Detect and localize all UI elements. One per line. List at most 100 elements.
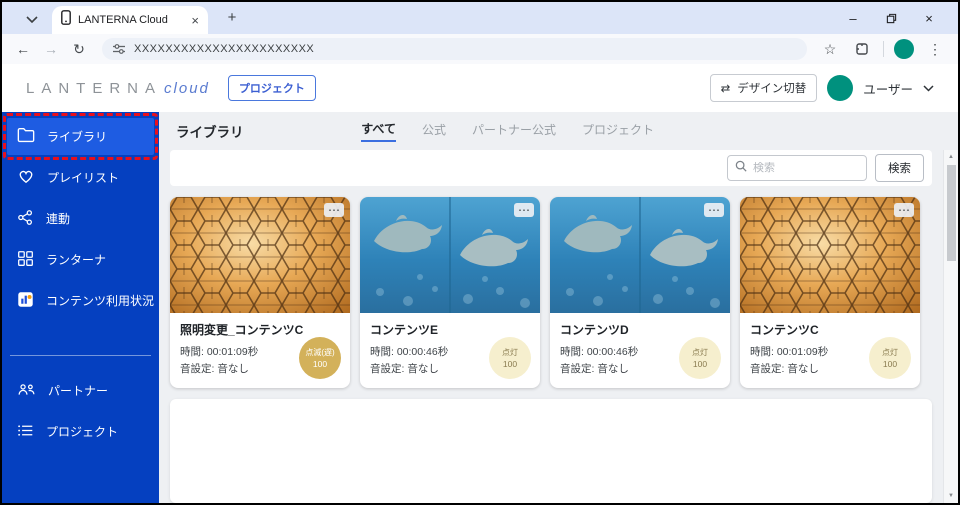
- content-card[interactable]: ⋯ コンテンツE 時間: 00:00:46秒 音設定: 音なし 点灯 100: [360, 197, 540, 388]
- chart-icon: [17, 291, 34, 311]
- card-menu-icon[interactable]: ⋯: [704, 203, 724, 217]
- card-info: 照明変更_コンテンツC 時間: 00:01:09秒 音設定: 音なし 点滅(遅)…: [170, 313, 350, 388]
- scroll-up-icon[interactable]: ▲: [944, 150, 958, 164]
- back-icon[interactable]: ←: [12, 38, 34, 60]
- sidebar-item-label: コンテンツ利用状況: [46, 292, 154, 309]
- user-avatar[interactable]: [827, 75, 853, 101]
- main-content: ライブラリ すべて 公式 パートナー公式 プロジェクト: [159, 112, 958, 503]
- search-box[interactable]: [727, 155, 867, 181]
- card-menu-icon[interactable]: ⋯: [514, 203, 534, 217]
- card-menu-icon[interactable]: ⋯: [894, 203, 914, 217]
- content-card[interactable]: ⋯ 照明変更_コンテンツC 時間: 00:01:09秒 音設定: 音なし 点滅(…: [170, 197, 350, 388]
- sidebar-item-label: パートナー: [48, 382, 108, 399]
- project-button[interactable]: プロジェクト: [228, 75, 316, 101]
- tab-partner-official[interactable]: パートナー公式: [472, 121, 556, 141]
- main-header: ライブラリ すべて 公式 パートナー公式 プロジェクト: [159, 112, 958, 150]
- search-panel: 検索: [170, 150, 932, 186]
- sidebar-item-lanterna[interactable]: ランターナ: [2, 241, 159, 278]
- extensions-icon[interactable]: [851, 38, 873, 60]
- grid-icon: [17, 250, 34, 270]
- share-icon: [17, 209, 34, 229]
- window-controls: – ×: [834, 2, 948, 34]
- url-text: XXXXXXXXXXXXXXXXXXXXXXX: [134, 43, 314, 55]
- scrollbar[interactable]: ▲ ▼: [943, 150, 958, 503]
- content-list-panel: [170, 399, 932, 503]
- user-menu-label[interactable]: ユーザー: [863, 79, 913, 98]
- page-title: ライブラリ: [176, 121, 244, 141]
- search-icon: [735, 159, 747, 177]
- card-thumbnail-pattern[interactable]: ⋯: [170, 197, 350, 313]
- sidebar-item-partner[interactable]: パートナー: [2, 372, 159, 409]
- status-badge: 点灯 100: [679, 337, 721, 379]
- sidebar-spacer: [2, 323, 159, 339]
- sidebar: ライブラリ プレイリスト 連動: [2, 112, 159, 503]
- content-card[interactable]: ⋯ コンテンツD 時間: 00:00:46秒 音設定: 音なし 点灯 100: [550, 197, 730, 388]
- user-chevron-down-icon[interactable]: [923, 79, 934, 97]
- tab-project[interactable]: プロジェクト: [582, 121, 654, 141]
- close-window-button[interactable]: ×: [910, 2, 948, 34]
- profile-avatar[interactable]: [894, 39, 914, 59]
- card-title: 照明変更_コンテンツC: [180, 321, 340, 338]
- card-thumbnail-pattern[interactable]: ⋯: [740, 197, 920, 313]
- card-grid: ⋯ 照明変更_コンテンツC 時間: 00:01:09秒 音設定: 音なし 点滅(…: [170, 197, 958, 388]
- forward-icon[interactable]: →: [40, 38, 62, 60]
- tab-all[interactable]: すべて: [361, 120, 396, 142]
- browser-window: LANTERNA Cloud × + – × ← → ↻ XXXXXXXXXXX…: [0, 0, 960, 505]
- status-badge: 点滅(遅) 100: [299, 337, 341, 379]
- badge-mode: 点灯: [502, 347, 518, 358]
- card-title: コンテンツE: [370, 321, 530, 338]
- search-input[interactable]: [753, 162, 859, 174]
- heart-icon: [17, 168, 35, 187]
- browser-toolbar: ← → ↻ XXXXXXXXXXXXXXXXXXXXXXX ☆ ⋮: [2, 34, 958, 64]
- sidebar-item-library[interactable]: ライブラリ: [7, 118, 154, 155]
- toolbar-right: ☆ ⋮: [819, 38, 948, 60]
- people-icon: [17, 382, 36, 400]
- badge-value: 100: [883, 359, 897, 369]
- tab-favicon-phone-icon: [61, 10, 71, 30]
- card-thumbnail-dolphins[interactable]: ⋯: [360, 197, 540, 313]
- card-menu-icon[interactable]: ⋯: [324, 203, 344, 217]
- sidebar-item-content-usage[interactable]: コンテンツ利用状況: [2, 282, 159, 319]
- app-header: LANTERNA cloud プロジェクト ⇄ デザイン切替 ユーザー: [2, 64, 958, 112]
- card-info: コンテンツD 時間: 00:00:46秒 音設定: 音なし 点灯 100: [550, 313, 730, 388]
- address-bar[interactable]: XXXXXXXXXXXXXXXXXXXXXXX: [102, 38, 807, 60]
- site-settings-tune-icon[interactable]: [113, 43, 125, 55]
- sidebar-item-link[interactable]: 連動: [2, 200, 159, 237]
- browser-menu-kebab-icon[interactable]: ⋮: [924, 38, 946, 60]
- browser-tabstrip: LANTERNA Cloud × + – ×: [2, 2, 958, 34]
- tab-close-icon[interactable]: ×: [191, 14, 199, 27]
- reload-icon[interactable]: ↻: [68, 38, 90, 60]
- sidebar-item-label: プレイリスト: [47, 169, 119, 186]
- sidebar-item-label: プロジェクト: [46, 423, 118, 440]
- design-switch-button[interactable]: ⇄ デザイン切替: [710, 74, 818, 102]
- sidebar-item-project[interactable]: プロジェクト: [2, 413, 159, 450]
- logo-lanterna: LANTERNA: [26, 80, 162, 97]
- sidebar-item-label: 連動: [46, 210, 70, 227]
- content-card[interactable]: ⋯ コンテンツC 時間: 00:01:09秒 音設定: 音なし 点灯 100: [740, 197, 920, 388]
- sidebar-divider: [10, 355, 151, 356]
- status-badge: 点灯 100: [869, 337, 911, 379]
- design-switch-label: デザイン切替: [737, 80, 806, 96]
- browser-tab[interactable]: LANTERNA Cloud ×: [52, 6, 208, 34]
- list-icon: [17, 423, 34, 441]
- badge-value: 100: [693, 359, 707, 369]
- app-body: ライブラリ プレイリスト 連動: [2, 112, 958, 503]
- badge-value: 100: [313, 359, 327, 369]
- search-button[interactable]: 検索: [875, 154, 924, 182]
- bookmark-star-icon[interactable]: ☆: [819, 38, 841, 60]
- card-title: コンテンツC: [750, 321, 910, 338]
- minimize-button[interactable]: –: [834, 2, 872, 34]
- card-title: コンテンツD: [560, 321, 720, 338]
- status-badge: 点灯 100: [489, 337, 531, 379]
- restore-button[interactable]: [872, 2, 910, 34]
- card-thumbnail-dolphins[interactable]: ⋯: [550, 197, 730, 313]
- tab-official[interactable]: 公式: [422, 121, 446, 141]
- new-tab-button[interactable]: +: [222, 8, 242, 28]
- badge-value: 100: [503, 359, 517, 369]
- scroll-down-icon[interactable]: ▼: [944, 489, 958, 503]
- scrollbar-thumb[interactable]: [947, 165, 956, 261]
- tab-search-chevron-icon[interactable]: [24, 11, 40, 27]
- app-root: LANTERNA cloud プロジェクト ⇄ デザイン切替 ユーザー: [2, 64, 958, 503]
- badge-mode: 点灯: [692, 347, 708, 358]
- sidebar-item-playlist[interactable]: プレイリスト: [2, 159, 159, 196]
